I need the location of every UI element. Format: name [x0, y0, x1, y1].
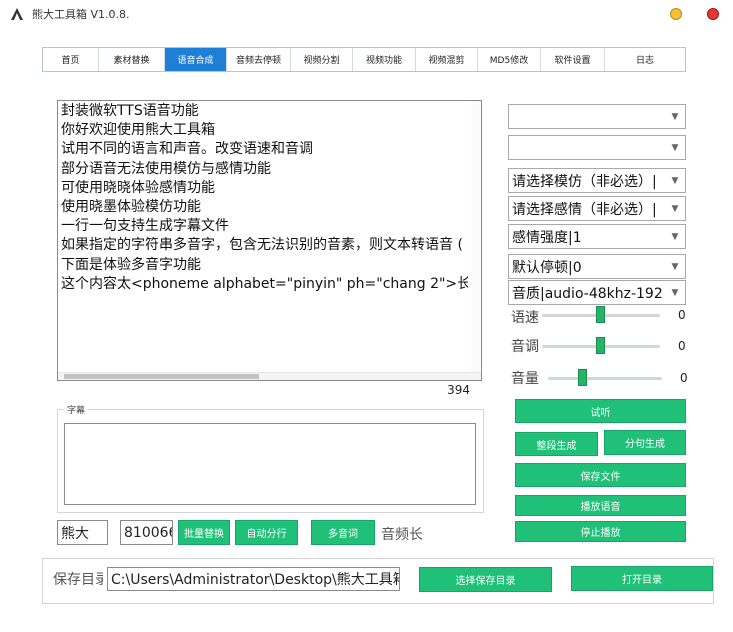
chevron-down-icon: ▼	[671, 231, 679, 242]
text-line: 这个内容太<phoneme alphabet="pinyin" ph="chan…	[61, 275, 468, 292]
vertical-scrollbar[interactable]	[471, 101, 481, 372]
polyphone-button[interactable]: 多音词	[311, 520, 375, 545]
subtitle-group-label: 字幕	[64, 403, 89, 416]
text-line: 下面是体验多音字功能	[61, 256, 201, 273]
subtitle-textarea[interactable]	[64, 423, 476, 505]
imitate-select[interactable]: 请选择模仿（非必选）| ▼	[508, 168, 686, 193]
chevron-down-icon: ▼	[671, 175, 679, 186]
app-logo-icon	[11, 8, 23, 20]
audio-length-label: 音频长	[381, 527, 423, 543]
horizontal-scroll-thumb[interactable]	[64, 374, 259, 379]
choose-save-directory-button[interactable]: 选择保存目录	[419, 567, 552, 592]
volume-value: 0	[680, 371, 688, 385]
tab-bar: 首页 素材替换 语音合成 音频去停顿 视频分割 视频功能 视频混剪 MD5修改 …	[42, 47, 686, 72]
text-line: 部分语音无法使用模仿与感情功能	[61, 160, 271, 177]
text-line: 封装微软TTS语音功能	[61, 103, 199, 119]
text-line: 一行一句支持生成字幕文件	[61, 218, 229, 235]
segment-generate-button[interactable]: 整段生成	[515, 432, 598, 456]
tab-audio-remove-pause[interactable]: 音频去停顿	[227, 48, 291, 71]
app-title: 熊大工具箱 V1.0.8.	[32, 8, 130, 21]
tts-text-input[interactable]: 封装微软TTS语音功能 你好欢迎使用熊大工具箱 试用不同的语言和声音。改变语速和…	[57, 100, 482, 381]
tab-material-replace[interactable]: 素材替换	[99, 48, 165, 71]
volume-label: 音量	[511, 371, 539, 387]
emotion-intensity-value: 感情强度|1	[512, 229, 582, 246]
close-button[interactable]	[707, 8, 719, 20]
tab-software-settings[interactable]: 软件设置	[541, 48, 605, 71]
sentence-generate-button[interactable]: 分句生成	[604, 430, 686, 455]
tab-log[interactable]: 日志	[605, 48, 685, 71]
character-count: 394	[447, 383, 470, 397]
auto-wrap-button[interactable]: 自动分行	[235, 520, 298, 545]
text-line: 如果指定的字符串多音字，包含无法识别的音素，则文本转语音 (	[61, 237, 463, 254]
chevron-down-icon: ▼	[671, 203, 679, 214]
pause-select-value: 默认停顿|0	[512, 259, 582, 276]
text-line: 试用不同的语言和声音。改变语速和音调	[61, 141, 313, 158]
save-directory-input[interactable]: C:\Users\Administrator\Desktop\熊大工具箱	[107, 567, 400, 591]
chevron-down-icon: ▼	[671, 261, 679, 272]
play-audio-button[interactable]: 播放语音	[515, 495, 686, 516]
speed-slider-thumb[interactable]	[596, 306, 605, 323]
speed-label: 语速	[511, 310, 539, 326]
save-directory-label: 保存目录	[53, 572, 103, 588]
save-file-button[interactable]: 保存文件	[515, 463, 686, 487]
name-input[interactable]: 熊大	[57, 520, 108, 545]
language-select[interactable]: ▼	[508, 104, 686, 129]
chevron-down-icon: ▼	[671, 142, 679, 153]
text-line: 使用晓墨体验模仿功能	[61, 198, 201, 215]
pitch-value: 0	[678, 339, 686, 353]
imitate-select-value: 请选择模仿（非必选）|	[512, 173, 657, 190]
number-input[interactable]: 810066	[120, 520, 173, 545]
tab-home[interactable]: 首页	[43, 48, 99, 71]
tts-text-lines: 封装微软TTS语音功能 你好欢迎使用熊大工具箱 试用不同的语言和声音。改变语速和…	[58, 102, 468, 294]
text-line: 你好欢迎使用熊大工具箱	[61, 122, 215, 139]
minimize-button[interactable]	[670, 8, 682, 20]
chevron-down-icon: ▼	[671, 287, 679, 298]
voice-select[interactable]: ▼	[508, 135, 686, 160]
open-directory-button[interactable]: 打开目录	[571, 566, 713, 591]
audition-button[interactable]: 试听	[515, 399, 686, 423]
batch-replace-button[interactable]: 批量替换	[178, 520, 230, 545]
stop-play-button[interactable]: 停止播放	[515, 521, 686, 542]
speed-value: 0	[678, 308, 686, 322]
volume-slider-track[interactable]	[548, 377, 662, 380]
audio-quality-value: 音质|audio-48khz-192	[512, 285, 663, 302]
emotion-select[interactable]: 请选择感情（非必选）| ▼	[508, 196, 686, 221]
tab-video-mix[interactable]: 视频混剪	[416, 48, 478, 71]
audio-quality-select[interactable]: 音质|audio-48khz-192 ▼	[508, 280, 686, 305]
pitch-slider-thumb[interactable]	[596, 337, 605, 354]
text-line: 可使用晓晓体验感情功能	[61, 179, 215, 196]
volume-slider-thumb[interactable]	[578, 369, 587, 386]
emotion-select-value: 请选择感情（非必选）|	[512, 201, 657, 218]
pause-select[interactable]: 默认停顿|0 ▼	[508, 254, 686, 279]
horizontal-scrollbar[interactable]	[58, 372, 481, 380]
tab-speech-synthesis[interactable]: 语音合成	[165, 48, 227, 71]
tab-video-split[interactable]: 视频分割	[291, 48, 353, 71]
chevron-down-icon: ▼	[671, 111, 679, 122]
tab-md5-modify[interactable]: MD5修改	[478, 48, 541, 71]
tab-video-functions[interactable]: 视频功能	[353, 48, 416, 71]
emotion-intensity-select[interactable]: 感情强度|1 ▼	[508, 224, 686, 249]
pitch-label: 音调	[511, 339, 539, 355]
